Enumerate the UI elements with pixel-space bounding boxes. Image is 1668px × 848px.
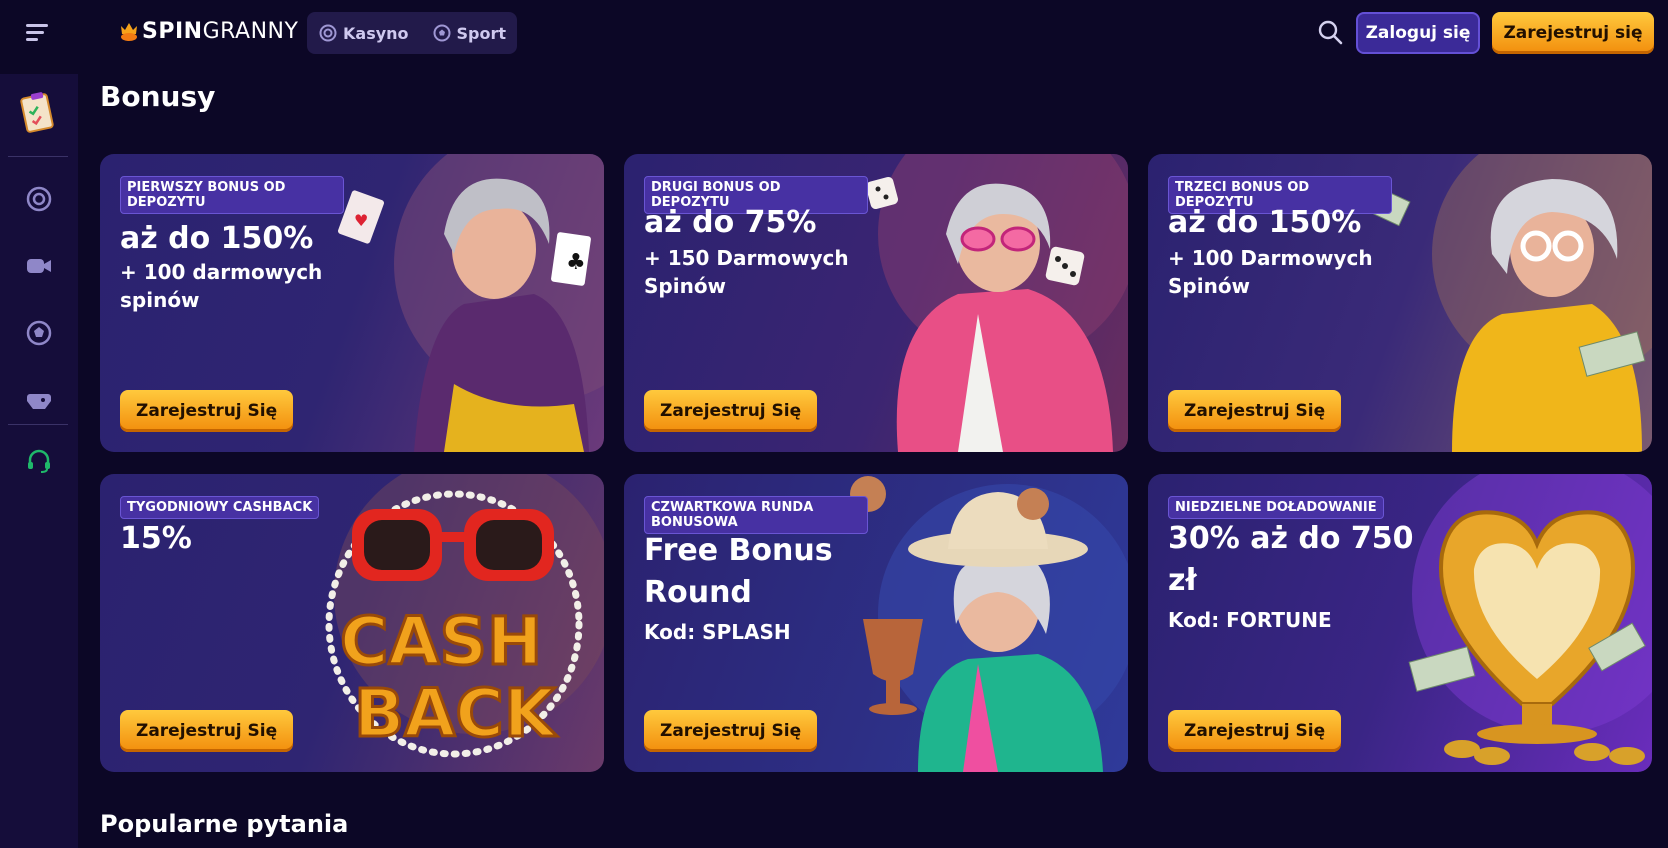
- bonus-headline: Free Bonus: [644, 533, 833, 568]
- register-button[interactable]: Zarejestruj Się: [1168, 710, 1342, 752]
- bonus-badge: Niedzielne doładowanie: [1168, 496, 1384, 519]
- bonus-badge: Czwartkowa runda bonusowa: [644, 496, 868, 534]
- svg-text:CASH: CASH: [340, 603, 542, 680]
- clipboard-icon: [20, 92, 54, 133]
- granny-playing-card-image: ♣ ♥: [338, 154, 604, 452]
- bonus-code: Kod: FORTUNE: [1168, 608, 1332, 632]
- tab-kasyno[interactable]: Kasyno: [307, 24, 421, 43]
- logo-text-light: GRANNY: [202, 18, 299, 44]
- tab-kasyno-label: Kasyno: [343, 23, 409, 43]
- bonus-card: Czwartkowa runda bonusowa Free Bonus Rou…: [624, 474, 1128, 772]
- bonus-subtext: + 150 Darmowych: [644, 246, 849, 270]
- search-icon[interactable]: [1316, 18, 1344, 46]
- page-title: Bonusy: [100, 80, 216, 113]
- bonus-subtext: spinów: [120, 288, 200, 312]
- sidebar-divider: [8, 424, 68, 425]
- bonus-headline: aż do 150%: [1168, 205, 1362, 240]
- bonus-badge: Tygodniowy cashback: [120, 496, 320, 519]
- bonus-headline-line2: zł: [1168, 563, 1197, 598]
- category-tabs: Kasyno Sport: [307, 12, 517, 54]
- sidebar-item-promotions[interactable]: [18, 90, 58, 134]
- register-button[interactable]: Zarejestruj się: [1492, 12, 1654, 54]
- sidebar: [0, 74, 78, 848]
- register-button[interactable]: Zarejestruj Się: [120, 710, 294, 752]
- casino-chip-icon: [319, 24, 337, 42]
- register-button[interactable]: Zarejestruj Się: [120, 390, 294, 432]
- sidebar-item-casino[interactable]: [22, 182, 56, 216]
- bonus-card: CASH BACK Tygodniowy cashback 15% Zareje…: [100, 474, 604, 772]
- bonus-card: Drugi bonus od depozytu aż do 75% + 150 …: [624, 154, 1128, 452]
- svg-text:BACK: BACK: [354, 675, 558, 752]
- headset-icon: [28, 449, 50, 473]
- top-header: SPINGRANNY Kasyno Sport Zaloguj się Zare…: [0, 0, 1668, 66]
- granny-dice-image: [865, 154, 1128, 452]
- bonus-headline-line2: Round: [644, 575, 752, 610]
- sidebar-item-esports[interactable]: [22, 383, 56, 417]
- sidebar-item-support[interactable]: [22, 444, 56, 478]
- gamepad-icon: [27, 394, 51, 409]
- bonus-headline: aż do 75%: [644, 205, 817, 240]
- bonus-subtext: + 100 darmowych: [120, 260, 323, 284]
- sidebar-divider: [8, 156, 68, 157]
- casino-chip-icon: [26, 186, 52, 212]
- football-icon: [26, 320, 52, 346]
- faq-heading: Popularne pytania: [100, 810, 349, 838]
- bonus-subtext: Spinów: [1168, 274, 1251, 298]
- register-button[interactable]: Zarejestruj Się: [644, 710, 818, 752]
- bonus-card: Trzeci bonus od depozytu aż do 150% + 10…: [1148, 154, 1652, 452]
- bonus-subtext: Spinów: [644, 274, 727, 298]
- football-icon: [433, 24, 451, 42]
- tab-sport-label: Sport: [456, 23, 507, 43]
- cashback-sunglasses-image: CASH BACK: [325, 474, 604, 758]
- login-button[interactable]: Zaloguj się: [1356, 12, 1480, 54]
- granny-cash-image: [1352, 154, 1652, 452]
- logo[interactable]: SPINGRANNY: [118, 14, 298, 48]
- live-camera-icon: [27, 259, 51, 273]
- logo-text-bold: SPIN: [142, 18, 203, 44]
- granny-trophy-image: [850, 476, 1128, 772]
- svg-text:♥: ♥: [354, 211, 368, 230]
- bonus-subtext: + 100 Darmowych: [1168, 246, 1373, 270]
- menu-icon[interactable]: [26, 24, 48, 42]
- bonus-card: Niedzielne doładowanie 30% aż do 750 zł …: [1148, 474, 1652, 772]
- bonus-badge: Pierwszy bonus od depozytu: [120, 176, 344, 214]
- sidebar-item-live-casino[interactable]: [22, 249, 56, 283]
- bonus-headline: 15%: [120, 521, 192, 556]
- bonus-code: Kod: SPLASH: [644, 620, 791, 644]
- register-button[interactable]: Zarejestruj Się: [644, 390, 818, 432]
- register-button[interactable]: Zarejestruj Się: [1168, 390, 1342, 432]
- bonus-card: ♣ ♥ Pierwszy bonus od depozytu aż do 150…: [100, 154, 604, 452]
- crown-icon: [121, 23, 137, 41]
- bonus-headline: aż do 150%: [120, 221, 314, 256]
- bonus-headline: 30% aż do 750: [1168, 521, 1414, 556]
- tab-sport[interactable]: Sport: [421, 24, 519, 43]
- svg-text:♣: ♣: [566, 250, 586, 275]
- sidebar-item-sport[interactable]: [22, 316, 56, 350]
